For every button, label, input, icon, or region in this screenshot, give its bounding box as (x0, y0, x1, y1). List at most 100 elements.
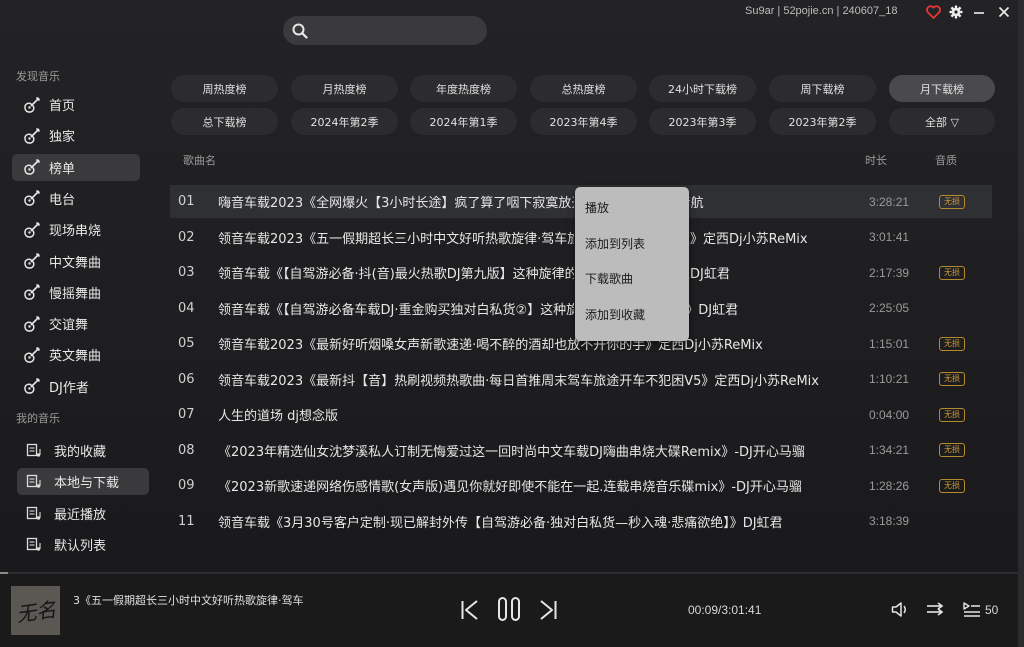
playlist-queue-icon[interactable] (963, 602, 981, 621)
chart-tab-row2-4[interactable]: 2023年第3季 (649, 108, 756, 135)
row-index: 04 (178, 300, 195, 316)
album-cover[interactable]: 无名 (11, 586, 60, 635)
row-index: 01 (178, 194, 195, 209)
song-title: 领音车载2023《五一假期超长三小时中文好听热歌旋律·驾车旅 载精华版》定西Dj小… (218, 228, 858, 247)
minimize-icon[interactable] (971, 4, 987, 20)
next-track-icon[interactable] (538, 599, 558, 625)
music-list-icon (25, 505, 43, 521)
playback-time: 00:09/3:01:41 (688, 603, 762, 617)
song-duration: 3:01:41 (869, 230, 910, 244)
scrollbar[interactable] (1018, 0, 1024, 647)
chart-tab-row1-2[interactable]: 年度热度榜 (410, 75, 517, 102)
table-row[interactable]: 11 领音车载《3月30号客户定制·现已解封外传【自驾游必备·独对白私货—秒入魂·… (170, 505, 992, 538)
song-title: 嗨音车载2023《全网爆火【3小时长途】疯了算了咽下寂寞放开我河南Dj彦航 (218, 192, 858, 211)
previous-track-icon[interactable] (460, 599, 480, 625)
guitar-icon (21, 252, 43, 270)
chart-tab-row1-4[interactable]: 24小时下载榜 (649, 75, 756, 102)
sidebar-item-2[interactable]: 榜单 (12, 153, 140, 181)
cover-text: 无名 (14, 597, 58, 627)
volume-icon[interactable] (891, 601, 909, 622)
sidebar-item-3[interactable]: 电台 (12, 185, 140, 212)
guitar-icon (21, 283, 43, 301)
chart-tab-row1-6[interactable]: 月下载榜 (889, 75, 995, 102)
song-title: 领音车载《3月30号客户定制·现已解封外传【自驾游必备·独对白私货—秒入魂·悲痛… (218, 512, 858, 531)
my-music-item-2[interactable]: 最近播放 (17, 500, 149, 527)
row-index: 06 (178, 371, 195, 387)
song-title: 领音车载《【自驾游必备·抖(音)最火热歌DJ第九版】这种旋律的市》颍上DJ虹君 (218, 263, 858, 282)
row-index: 07 (178, 407, 195, 422)
song-title: 《2023年精选仙女沈梦溪私人订制无悔爱过这一回时尚中文车载DJ嗨曲串烧大碟Re… (218, 441, 858, 460)
row-index: 09 (178, 478, 195, 493)
sidebar-item-9[interactable]: DJ作者 (12, 373, 140, 400)
close-icon[interactable] (996, 4, 1012, 20)
song-title: 《2023新歌速递网络伤感情歌(女声版)遇见你就好即使不能在一起.连载串烧音乐碟… (218, 476, 858, 495)
lossless-badge: 无损 (939, 372, 965, 386)
heart-icon[interactable] (925, 4, 941, 20)
song-title-text: 嗨音车载2023《全网爆火【3小时长途】疯了算了咽下寂寞放开我 (218, 196, 574, 211)
my-music-item-0[interactable]: 我的收藏 (17, 437, 149, 464)
lossless-badge: 无损 (939, 336, 965, 351)
sidebar-item-4[interactable]: 现场串烧 (12, 216, 140, 243)
my-music-item-label: 默认列表 (54, 538, 107, 554)
song-duration: 3:18:39 (869, 514, 910, 528)
chart-tab-row2-1[interactable]: 2024年第2季 (291, 108, 398, 135)
search-icon[interactable] (292, 23, 308, 39)
my-music-item-label: 最近播放 (54, 507, 107, 523)
song-title-text: 领音车载《【自驾游必备车载DJ·重金购买独对白私货②】这种旋 (218, 302, 574, 318)
search-input[interactable] (313, 20, 478, 41)
sidebar-item-1[interactable]: 独家 (12, 122, 140, 149)
song-title-text: 领音车载2023《最新抖【音】热刷视频热歌曲·每日首推周末驾车旅途开车不犯困V5… (218, 373, 819, 389)
row-index: 02 (178, 229, 195, 245)
table-row[interactable]: 09 《2023新歌速递网络伤感情歌(女声版)遇见你就好即使不能在一起.连载串烧音… (170, 469, 992, 502)
guitar-icon (21, 315, 43, 333)
chart-tab-row1-0[interactable]: 周热度榜 (171, 75, 278, 102)
settings-gear-icon[interactable] (948, 4, 964, 20)
guitar-icon (21, 221, 43, 239)
my-music-item-3[interactable]: 默认列表 (17, 531, 149, 558)
sidebar-item-label: 现场串烧 (49, 224, 102, 240)
sidebar-item-5[interactable]: 中文舞曲 (12, 248, 140, 275)
song-title-text: 领音车载《3月30号客户定制·现已解封外传【自驾游必备·独对白私货—秒入魂·悲痛… (218, 515, 783, 531)
guitar-icon (21, 96, 43, 114)
table-row[interactable]: 07 人生的道场 dj想念版 0:04:00 无损 (170, 398, 992, 431)
context-menu: 播放 添加到列表 下载歌曲 添加到收藏 (575, 187, 689, 341)
chart-tab-row1-3[interactable]: 总热度榜 (530, 75, 637, 102)
table-row[interactable]: 08 《2023年精选仙女沈梦溪私人订制无悔爱过这一回时尚中文车载DJ嗨曲串烧大碟… (170, 434, 992, 467)
pause-icon[interactable] (496, 596, 522, 626)
sidebar-item-0[interactable]: 首页 (12, 91, 140, 118)
guitar-icon (21, 158, 43, 176)
lossless-badge: 无损 (939, 478, 965, 493)
sidebar-item-label: 独家 (49, 130, 76, 146)
search-box[interactable] (283, 16, 487, 45)
song-duration: 1:28:26 (869, 478, 910, 493)
song-duration: 2:25:05 (869, 301, 910, 315)
chart-tab-row1-1[interactable]: 月热度榜 (291, 75, 398, 102)
menu-item-add-to-favorites[interactable]: 添加到收藏 (585, 306, 645, 323)
sidebar-item-label: 首页 (49, 99, 76, 114)
row-index: 03 (178, 265, 195, 280)
discover-section-title: 发现音乐 (16, 70, 60, 83)
song-duration: 1:15:01 (869, 336, 910, 351)
play-order-icon[interactable] (926, 602, 945, 621)
song-duration: 1:34:21 (869, 443, 910, 457)
menu-item-download[interactable]: 下载歌曲 (585, 270, 633, 287)
sidebar-item-7[interactable]: 交谊舞 (12, 310, 140, 337)
sidebar-item-8[interactable]: 英文舞曲 (12, 341, 140, 368)
chart-tab-row2-3[interactable]: 2023年第4季 (530, 108, 637, 135)
song-title-text: 领音车载《【自驾游必备·抖(音)最火热歌DJ第九版】这种旋律的 (218, 267, 574, 282)
queue-count: 50 (985, 603, 999, 617)
menu-item-add-to-list[interactable]: 添加到列表 (585, 235, 645, 252)
chart-tab-row2-0[interactable]: 总下载榜 (171, 108, 278, 135)
music-list-icon (25, 474, 43, 490)
guitar-icon (21, 346, 43, 364)
my-music-item-1[interactable]: 本地与下载 (17, 468, 149, 496)
chart-tab-row2-5[interactable]: 2023年第2季 (769, 108, 876, 135)
sidebar-item-6[interactable]: 慢摇舞曲 (12, 279, 140, 306)
chart-tab-row2-6[interactable]: 全部 ▽ (889, 108, 995, 135)
sidebar-item-label: 交谊舞 (49, 318, 89, 334)
sidebar-item-label: 英文舞曲 (49, 349, 102, 365)
chart-tab-row1-5[interactable]: 周下载榜 (769, 75, 876, 102)
chart-tab-row2-2[interactable]: 2024年第1季 (410, 108, 517, 135)
menu-item-play[interactable]: 播放 (585, 199, 609, 216)
table-row[interactable]: 06 领音车载2023《最新抖【音】热刷视频热歌曲·每日首推周末驾车旅途开车不犯困… (170, 363, 992, 396)
